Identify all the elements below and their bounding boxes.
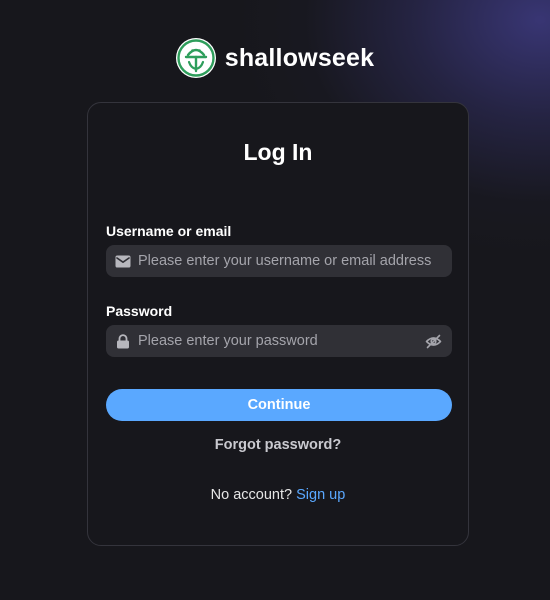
lock-icon [115, 333, 131, 349]
password-label: Password [106, 303, 173, 319]
username-input[interactable] [138, 253, 442, 269]
signup-link[interactable]: Sign up [296, 487, 345, 503]
continue-button[interactable]: Continue [106, 389, 452, 421]
eye-off-icon[interactable] [424, 332, 442, 350]
login-card: Log In Username or email Password [87, 102, 469, 546]
brand-header: shallowseek [0, 38, 550, 78]
username-label: Username or email [106, 223, 232, 239]
forgot-password-link[interactable]: Forgot password? [88, 437, 468, 453]
brand-name: shallowseek [224, 43, 375, 72]
page-title: Log In [243, 139, 313, 165]
password-input[interactable] [138, 333, 424, 349]
signup-prompt: No account? Sign up [88, 487, 468, 503]
no-account-text: No account? [210, 487, 293, 503]
username-field [106, 245, 452, 277]
mail-icon [115, 253, 131, 269]
password-field [106, 325, 452, 357]
shallowseek-logo-icon [175, 38, 216, 78]
